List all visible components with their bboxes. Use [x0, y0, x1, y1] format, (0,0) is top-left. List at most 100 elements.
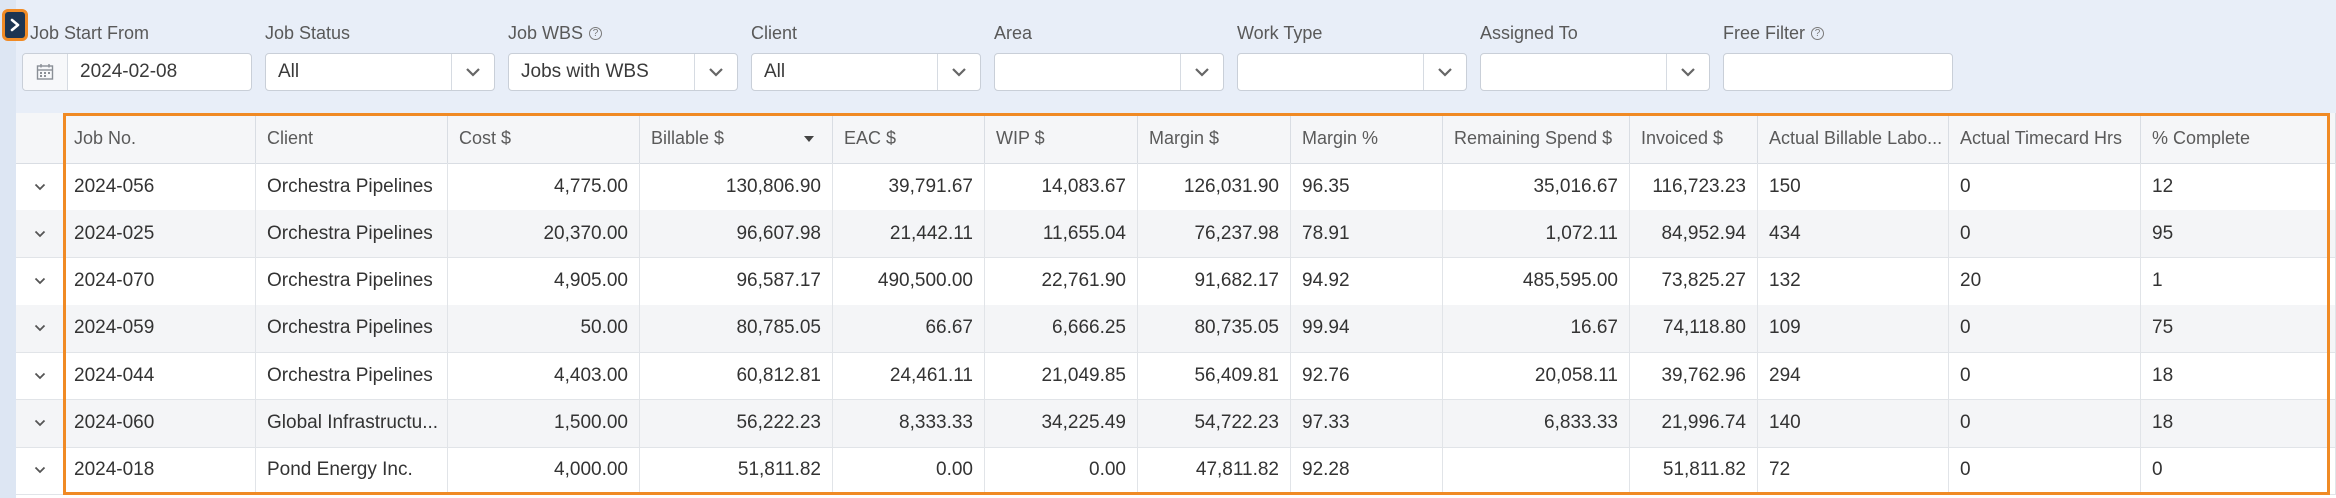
sort-descending-icon	[804, 136, 814, 142]
cell-margin-pct: 94.92	[1291, 257, 1443, 305]
cell-margin-pct: 97.33	[1291, 399, 1443, 447]
column-header-actual-billable-labour[interactable]: Actual Billable Labo...	[1758, 113, 1949, 163]
chevron-down-icon[interactable]	[1180, 54, 1223, 90]
row-expand-button[interactable]	[16, 304, 64, 352]
job-wbs-select[interactable]: Jobs with WBS	[508, 53, 738, 91]
chevron-down-icon[interactable]	[694, 54, 737, 90]
chevron-down-icon[interactable]	[937, 54, 980, 90]
header-expander-cell	[16, 113, 64, 163]
chevron-down-icon[interactable]	[1423, 54, 1466, 90]
cell-invoiced: 39,762.96	[1630, 352, 1758, 400]
cell-margin-pct: 96.35	[1291, 163, 1443, 210]
chevron-down-icon	[34, 372, 45, 379]
column-header-remaining-spend[interactable]: Remaining Spend $	[1443, 113, 1630, 163]
cell-billable: 56,222.23	[640, 399, 833, 447]
column-header-margin[interactable]: Margin $	[1138, 113, 1291, 163]
work-type-select[interactable]	[1237, 53, 1467, 91]
job-status-select[interactable]: All	[265, 53, 495, 91]
column-header-actual-timecard-hrs[interactable]: Actual Timecard Hrs	[1949, 113, 2141, 163]
column-header-eac[interactable]: EAC $	[833, 113, 985, 163]
chevron-right-icon	[10, 18, 20, 32]
table-row[interactable]: 2024-044 Orchestra Pipelines 4,403.00 60,81…	[16, 352, 2336, 401]
column-header-invoiced[interactable]: Invoiced $	[1630, 113, 1758, 163]
cell-margin-pct: 92.28	[1291, 446, 1443, 494]
cell-cost: 20,370.00	[448, 210, 640, 258]
table-header: Job No. Client Cost $ Billable $ EAC $ WIP $ M…	[16, 113, 2336, 164]
cell-margin: 126,031.90	[1138, 163, 1291, 210]
panel-toggle-button[interactable]	[2, 9, 28, 41]
cell-cost: 4,000.00	[448, 446, 640, 494]
filter-area: Area	[994, 22, 1032, 44]
row-expand-button[interactable]	[16, 257, 64, 305]
column-header-wip[interactable]: WIP $	[985, 113, 1138, 163]
help-icon[interactable]: ?	[1811, 26, 1825, 40]
table-row[interactable]: 2024-056 Orchestra Pipelines 4,775.00 130,8…	[16, 163, 2336, 211]
filter-job-status: Job Status	[265, 22, 350, 44]
row-expand-button[interactable]	[16, 446, 64, 494]
cell-job-no: 2024-070	[63, 257, 256, 305]
column-header-cost[interactable]: Cost $	[448, 113, 640, 163]
row-expand-button[interactable]	[16, 163, 64, 210]
cell-pct-complete: 12	[2141, 163, 2336, 210]
chevron-down-icon[interactable]	[1666, 54, 1709, 90]
filter-label: Job WBS	[508, 23, 584, 43]
cell-client: Orchestra Pipelines	[256, 257, 448, 305]
cell-actual-billable-labour: 150	[1758, 163, 1949, 210]
cell-margin: 54,722.23	[1138, 399, 1291, 447]
chevron-down-icon	[34, 419, 45, 427]
table-row[interactable]: 2024-018 Pond Energy Inc. 4,000.00 51,811.8…	[16, 446, 2336, 495]
client-select[interactable]: All	[751, 53, 981, 91]
filter-bar: Job Start From 2024-02-08 Job Status All…	[22, 0, 2336, 110]
cell-actual-timecard-hrs: 20	[1949, 257, 2141, 305]
column-header-client[interactable]: Client	[256, 113, 448, 163]
cell-eac: 24,461.11	[833, 352, 985, 400]
cell-actual-billable-labour: 434	[1758, 210, 1949, 258]
area-select[interactable]	[994, 53, 1224, 91]
cell-billable: 60,812.81	[640, 352, 833, 400]
cell-client: Orchestra Pipelines	[256, 210, 448, 258]
cell-actual-timecard-hrs: 0	[1949, 352, 2141, 400]
filter-label: Work Type	[1237, 23, 1323, 43]
table-row[interactable]: 2024-025 Orchestra Pipelines 20,370.00 96,6…	[16, 210, 2336, 259]
cell-margin-pct: 99.94	[1291, 304, 1443, 352]
calendar-icon[interactable]	[23, 54, 68, 90]
cell-actual-billable-labour: 109	[1758, 304, 1949, 352]
cell-wip: 14,083.67	[985, 163, 1138, 210]
chevron-down-icon	[34, 467, 45, 474]
job-start-date-value: 2024-02-08	[80, 61, 178, 82]
cell-billable: 80,785.05	[640, 304, 833, 352]
cell-actual-timecard-hrs: 0	[1949, 399, 2141, 447]
filter-work-type: Work Type	[1237, 22, 1322, 44]
free-filter-input[interactable]	[1723, 53, 1953, 91]
cell-margin-pct: 92.76	[1291, 352, 1443, 400]
column-header-margin-pct[interactable]: Margin %	[1291, 113, 1443, 163]
chevron-down-icon[interactable]	[451, 54, 494, 90]
cell-cost: 4,775.00	[448, 163, 640, 210]
cell-margin-pct: 78.91	[1291, 210, 1443, 258]
cell-actual-billable-labour: 72	[1758, 446, 1949, 494]
cell-wip: 6,666.25	[985, 304, 1138, 352]
filter-label: Job Status	[265, 23, 351, 43]
column-header-job-no[interactable]: Job No.	[63, 113, 256, 163]
row-expand-button[interactable]	[16, 352, 64, 400]
column-header-pct-complete[interactable]: % Complete	[2141, 113, 2336, 163]
job-start-date-field[interactable]: 2024-02-08	[22, 53, 252, 91]
cell-wip: 11,655.04	[985, 210, 1138, 258]
cell-margin: 76,237.98	[1138, 210, 1291, 258]
cell-actual-timecard-hrs: 0	[1949, 210, 2141, 258]
cell-job-no: 2024-018	[63, 446, 256, 494]
row-expand-button[interactable]	[16, 210, 64, 258]
filter-client: Client	[751, 22, 797, 44]
assigned-to-select[interactable]	[1480, 53, 1710, 91]
cell-margin: 47,811.82	[1138, 446, 1291, 494]
cell-job-no: 2024-059	[63, 304, 256, 352]
table-row[interactable]: 2024-059 Orchestra Pipelines 50.00 80,785.0…	[16, 304, 2336, 353]
row-expand-button[interactable]	[16, 399, 64, 447]
jobs-table: Job No. Client Cost $ Billable $ EAC $ WIP $ M…	[16, 113, 2336, 498]
help-icon[interactable]: ?	[589, 26, 603, 40]
cell-job-no: 2024-056	[63, 163, 256, 210]
cell-job-no: 2024-025	[63, 210, 256, 258]
table-row[interactable]: 2024-070 Orchestra Pipelines 4,905.00 96,58…	[16, 257, 2336, 306]
cell-wip: 22,761.90	[985, 257, 1138, 305]
table-row[interactable]: 2024-060 Global Infrastructu... 1,500.00 56…	[16, 399, 2336, 448]
